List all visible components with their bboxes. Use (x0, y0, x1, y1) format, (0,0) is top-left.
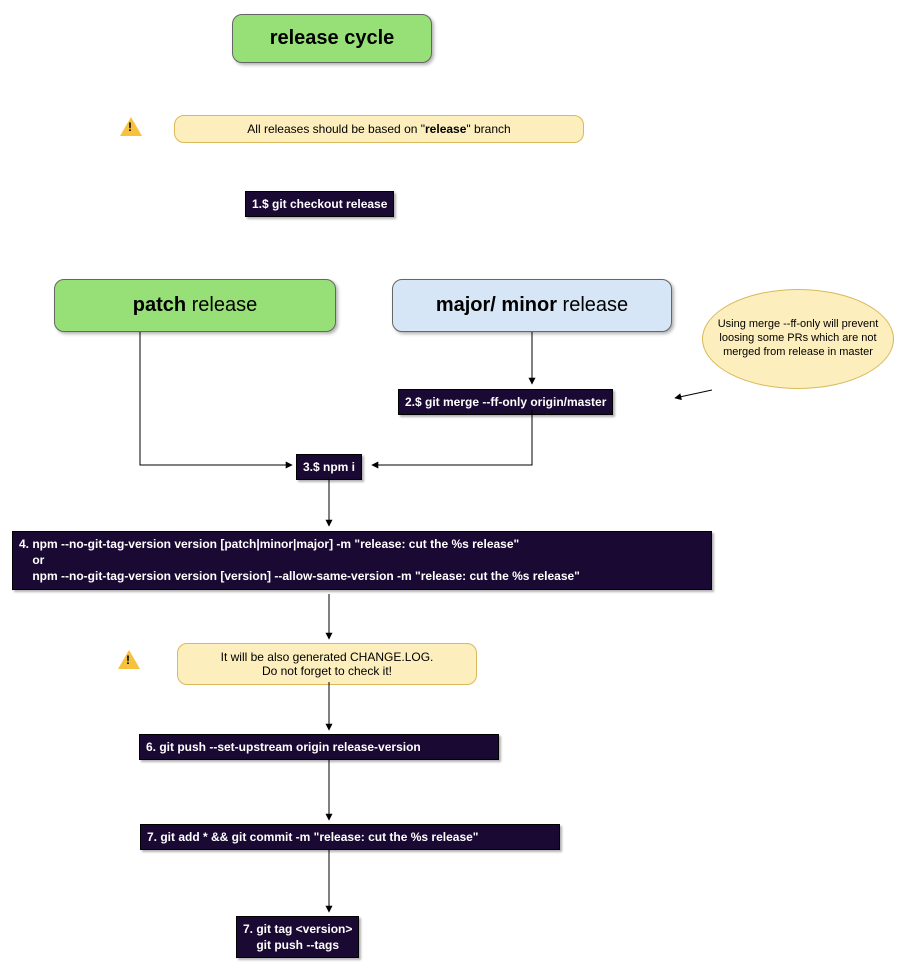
step-2-merge: 2.$ git merge --ff-only origin/master (398, 389, 613, 415)
note-release-branch: All releases should be based on "release… (174, 115, 584, 143)
step-6-push-upstream: 6. git push --set-upstream origin releas… (139, 734, 499, 760)
patch-release-box: patch release (54, 279, 336, 332)
step-3-npm-i: 3.$ npm i (296, 454, 362, 480)
major-label-bold: major/ minor (436, 294, 557, 316)
step-4-version: 4. npm --no-git-tag-version version [pat… (12, 531, 712, 590)
note-line: Do not forget to check it! (262, 664, 392, 678)
note-text: All releases should be based on " (247, 122, 425, 136)
major-label-rest: release (557, 294, 628, 316)
step-7-commit: 7. git add * && git commit -m "release: … (140, 824, 560, 850)
ff-only-note-ellipse: Using merge --ff-only will prevent loosi… (702, 289, 894, 389)
note-changelog: It will be also generated CHANGE.LOG. Do… (177, 643, 477, 685)
warning-icon (120, 117, 142, 136)
major-minor-release-box: major/ minor release (392, 279, 672, 332)
patch-label-bold: patch (133, 294, 186, 316)
note-text: " branch (466, 122, 510, 136)
warning-icon (118, 650, 140, 669)
ellipse-text: Using merge --ff-only will prevent loosi… (715, 318, 881, 359)
note-text-bold: release (425, 122, 466, 136)
note-line: It will be also generated CHANGE.LOG. (221, 650, 434, 664)
step-1-checkout: 1.$ git checkout release (245, 191, 394, 217)
title-box: release cycle (232, 14, 432, 63)
step-7-tag-push: 7. git tag <version> git push --tags (236, 916, 359, 958)
patch-label-rest: release (186, 294, 257, 316)
